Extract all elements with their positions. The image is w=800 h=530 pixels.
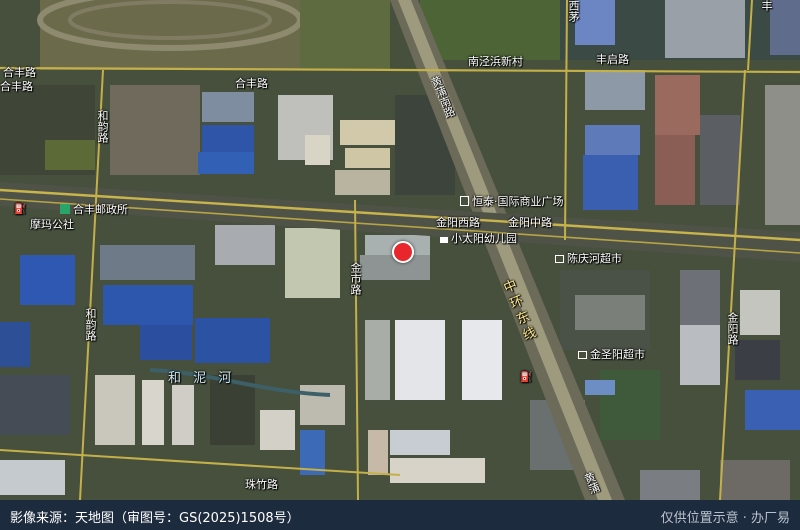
post-icon [60,204,70,214]
gas-station-icon[interactable]: ⛽ [520,371,532,384]
poi-label: 恒泰·国际商业广场 [472,195,564,208]
road-label-jinyang-mid: 金阳中路 [508,216,552,229]
poi-kindergarten[interactable]: 小太阳幼儿园 [440,232,517,245]
disclaimer: 仅供位置示意 · 办厂易 [660,511,790,526]
poi-hengtai-plaza[interactable]: 恒泰·国际商业广场 [460,195,564,208]
satellite-map[interactable]: 合丰路 合丰路 合丰路 丰启路 黄蒲南路 金阳西路 金阳中路 中环东线 和韵路 … [0,0,800,500]
road-label-heli-upper: 和韵路 [96,110,109,143]
map-footer: 影像来源：天地图（审图号：GS(2025)1508号） 仅供位置示意 · 办厂易 [0,500,800,530]
road-label-hefeng-left: 合丰路 [3,66,36,79]
poi-label: 小太阳幼儿园 [451,232,517,245]
road-label-right-lower: 金阳路 [726,312,739,345]
poi-label: 陈庆河超市 [567,252,622,265]
road-label-partial: 合丰路 [0,80,33,93]
school-icon [440,237,448,243]
poi-label: 合丰邮政所 [73,203,128,216]
poi-mama[interactable]: 摩玛公社 [30,218,74,231]
river-label: 和 泥 河 [168,371,236,386]
poi-chenqinghe-supermarket[interactable]: 陈庆河超市 [555,252,622,265]
shop-icon [555,255,564,263]
road-label-right-upper: 丰 [760,0,773,11]
poi-nanjing-village[interactable]: 南泾浜新村 [468,55,523,68]
building-icon [460,196,469,206]
imagery-source: 影像来源：天地图（审图号：GS(2025)1508号） [10,511,300,526]
road-label-zhuzhu: 珠竹路 [245,478,278,491]
poi-post-office[interactable]: 合丰邮政所 [60,203,128,216]
road-label-jinyang-west: 金阳西路 [436,216,480,229]
road-label-fengqi: 丰启路 [596,53,629,66]
location-pin-icon[interactable] [392,241,414,263]
gas-station-icon[interactable]: ⛽ [14,203,26,216]
road-label-jinshi: 金市路 [349,262,362,295]
shop-icon [578,351,587,359]
road-label-heli-lower: 和韵路 [84,308,97,341]
road-label-hefeng-mid: 合丰路 [235,77,268,90]
poi-label: 金圣阳超市 [590,348,645,361]
road-label-top-center: 西茅 [567,0,580,22]
poi-jinshengyang-supermarket[interactable]: 金圣阳超市 [578,348,645,361]
